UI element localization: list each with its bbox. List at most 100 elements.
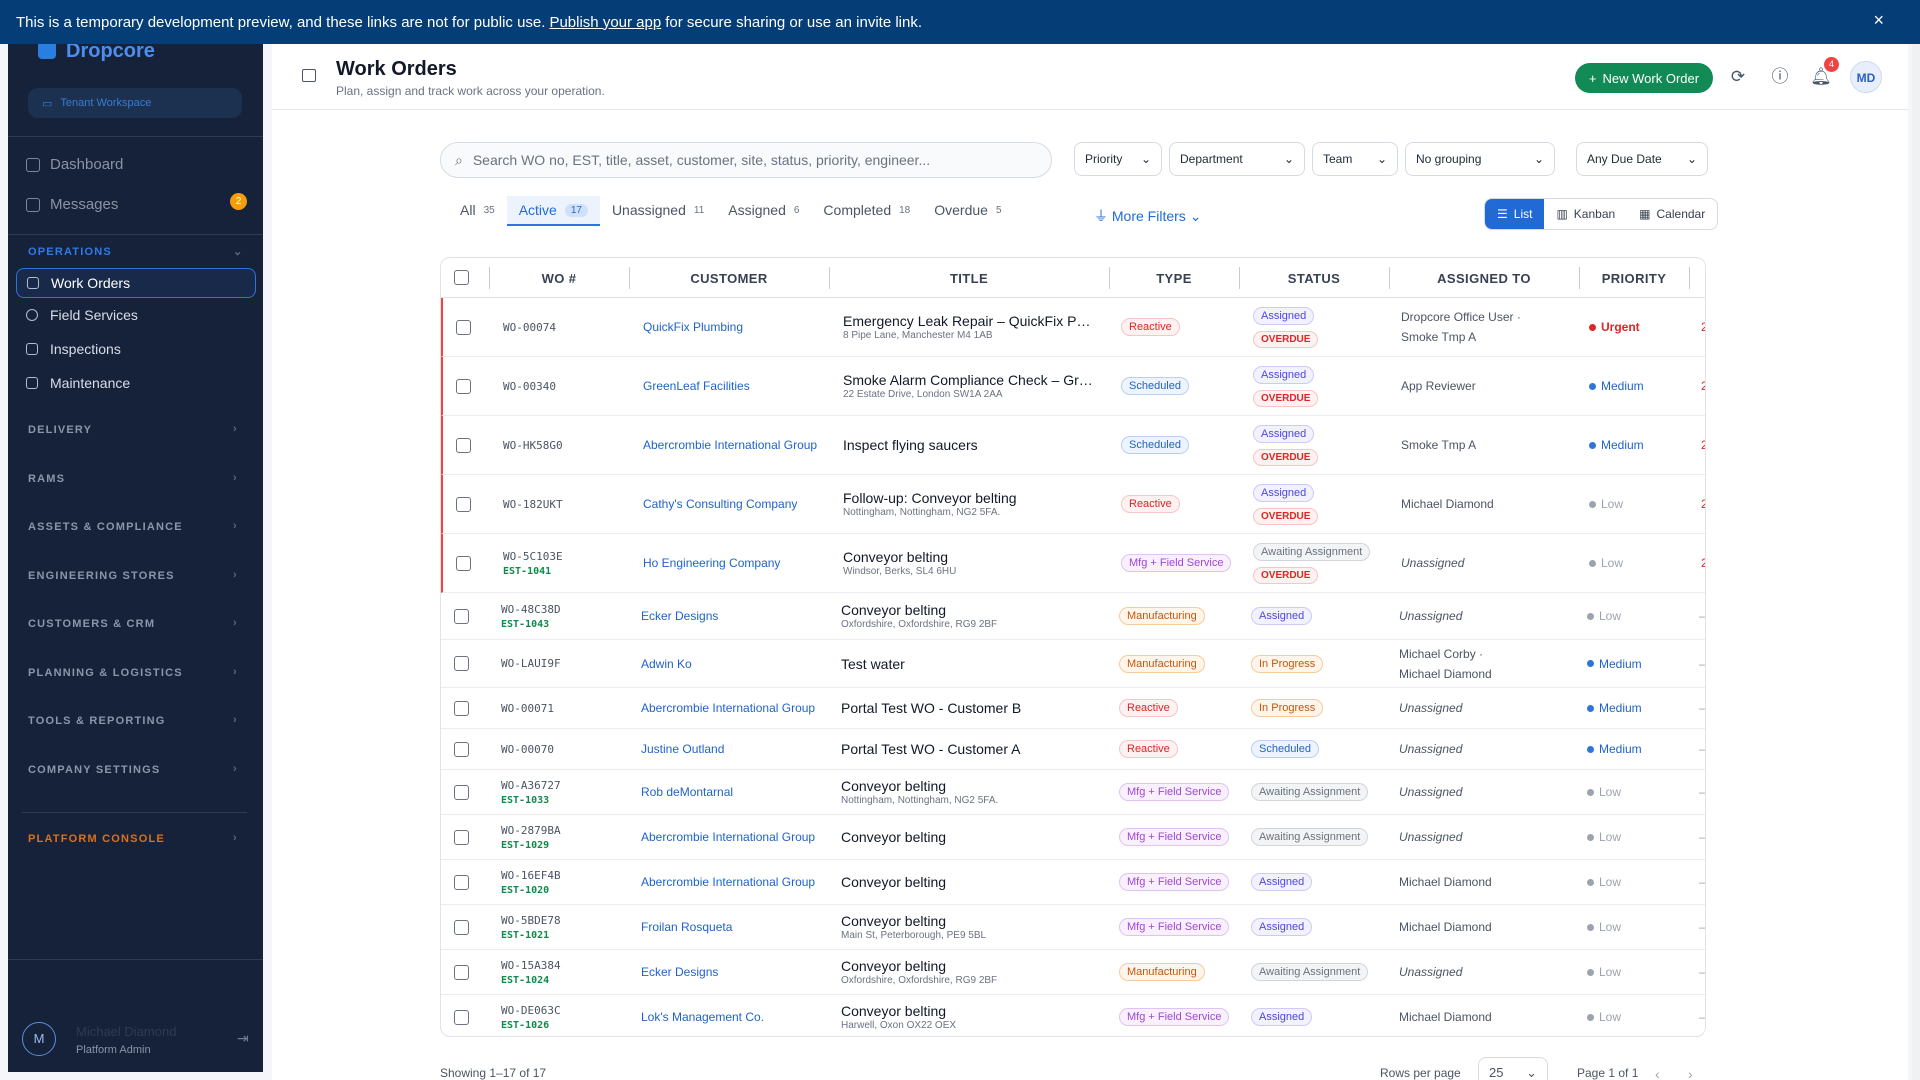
est-number[interactable]: EST-1041 xyxy=(503,566,563,577)
help-icon[interactable]: ⓘ xyxy=(1769,66,1791,88)
est-number[interactable]: EST-1026 xyxy=(501,1020,561,1031)
row-checkbox[interactable] xyxy=(456,437,471,453)
close-icon[interactable]: × xyxy=(1873,10,1884,31)
wo-number[interactable]: WO-16EF4B xyxy=(501,869,561,882)
section-rams[interactable]: RAMS › xyxy=(28,472,237,485)
section-engineering-stores[interactable]: ENGINEERING STORES › xyxy=(28,569,237,582)
column-assigned[interactable]: ASSIGNED TO xyxy=(1389,258,1579,298)
table-row[interactable]: WO-A36727 EST-1033 Rob deMontarnal Conveyor… xyxy=(441,770,1705,815)
wo-number[interactable]: WO-15A384 xyxy=(501,959,561,972)
sidebar-item-inspections[interactable]: Inspections xyxy=(26,341,121,357)
tab-overdue[interactable]: Overdue 5 xyxy=(922,196,1013,226)
row-checkbox[interactable] xyxy=(454,829,469,845)
table-row[interactable]: WO-LAUI9F Adwin Ko Test water Manufacturing… xyxy=(441,640,1705,688)
wo-title[interactable]: Test water xyxy=(841,656,1091,672)
view-calendar[interactable]: ▦ Calendar xyxy=(1627,199,1717,229)
column-type[interactable]: TYPE xyxy=(1109,258,1239,298)
section-company-settings[interactable]: COMPANY SETTINGS › xyxy=(28,763,237,776)
row-checkbox[interactable] xyxy=(454,784,469,800)
customer-link[interactable]: Adwin Ko xyxy=(641,657,816,671)
priority-filter[interactable]: Priority ⌄ xyxy=(1074,142,1162,176)
wo-title[interactable]: Inspect flying saucers xyxy=(843,437,1093,453)
table-row[interactable]: WO-5BDE78 EST-1021 Froilan Rosqueta Conveyo… xyxy=(441,905,1705,950)
column-priority[interactable]: PRIORITY xyxy=(1579,258,1689,298)
sidebar-item-work-orders[interactable]: Work Orders xyxy=(16,268,256,298)
tab-completed[interactable]: Completed 18 xyxy=(811,196,922,226)
customer-link[interactable]: Abercrombie International Group xyxy=(641,875,816,889)
logout-icon[interactable]: ⇥ xyxy=(237,1030,249,1047)
table-row[interactable]: WO-00070 Justine Outland Portal Test WO - … xyxy=(441,729,1705,770)
row-checkbox[interactable] xyxy=(456,496,471,512)
section-customers-crm[interactable]: CUSTOMERS & CRM › xyxy=(28,617,237,630)
wo-title[interactable]: Portal Test WO - Customer A xyxy=(841,741,1091,757)
row-checkbox[interactable] xyxy=(456,555,471,571)
customer-link[interactable]: Justine Outland xyxy=(641,742,816,756)
table-row[interactable]: WO-182UKT Cathy's Consulting Company Follo… xyxy=(441,475,1705,534)
section-assets-compliance[interactable]: ASSETS & COMPLIANCE › xyxy=(28,520,237,533)
wo-number[interactable]: WO-DE063C xyxy=(501,1004,561,1017)
wo-number[interactable]: WO-5BDE78 xyxy=(501,914,561,927)
next-page-icon[interactable]: › xyxy=(1688,1066,1693,1080)
rows-per-page-select[interactable]: 25 ⌄ xyxy=(1478,1057,1548,1080)
tab-unassigned[interactable]: Unassigned 11 xyxy=(600,196,716,226)
table-row[interactable]: WO-HK58G0 Abercrombie International Group… xyxy=(441,416,1705,475)
view-kanban[interactable]: ▥ Kanban xyxy=(1544,199,1627,229)
table-row[interactable]: WO-DE063C EST-1026 Lok's Management Co. Con… xyxy=(441,995,1705,1036)
table-row[interactable]: WO-00074 QuickFix Plumbing Emergency Leak … xyxy=(441,298,1705,357)
section-tools-reporting[interactable]: TOOLS & REPORTING › xyxy=(28,714,237,727)
customer-link[interactable]: Cathy's Consulting Company xyxy=(643,497,818,511)
due-date-filter[interactable]: Any Due Date ⌄ xyxy=(1576,142,1708,176)
est-number[interactable]: EST-1021 xyxy=(501,930,561,941)
est-number[interactable]: EST-1043 xyxy=(501,619,561,630)
row-checkbox[interactable] xyxy=(454,656,469,671)
new-work-order-button[interactable]: + New Work Order xyxy=(1575,63,1713,93)
table-row[interactable]: WO-5C103E EST-1041 Ho Engineering Company C… xyxy=(441,534,1705,593)
est-number[interactable]: EST-1033 xyxy=(501,795,561,806)
wo-number[interactable]: WO-00071 xyxy=(501,702,554,715)
sidebar-item-dashboard[interactable]: Dashboard xyxy=(26,156,123,173)
wo-number[interactable]: WO-00074 xyxy=(503,321,556,334)
customer-link[interactable]: Rob deMontarnal xyxy=(641,785,816,799)
row-checkbox[interactable] xyxy=(456,319,471,335)
customer-link[interactable]: QuickFix Plumbing xyxy=(643,320,818,334)
tenant-switcher[interactable]: ▭ Tenant Workspace xyxy=(28,88,242,118)
row-checkbox[interactable] xyxy=(454,741,469,757)
column-title[interactable]: TITLE xyxy=(829,258,1109,298)
wo-title[interactable]: Conveyor belting xyxy=(841,602,1091,618)
refresh-icon[interactable]: ⟳ xyxy=(1727,66,1749,88)
tab-all[interactable]: All 35 xyxy=(448,196,507,226)
wo-title[interactable]: Conveyor belting xyxy=(841,829,1091,845)
more-filters-button[interactable]: ⏚ More Filters ⌄ xyxy=(1094,206,1201,226)
search-input[interactable] xyxy=(472,152,1033,168)
row-checkbox[interactable] xyxy=(454,874,469,890)
tab-active[interactable]: Active 17 xyxy=(506,196,600,226)
view-list[interactable]: ☰ List xyxy=(1485,199,1545,229)
wo-title[interactable]: Conveyor belting xyxy=(841,913,1091,929)
sidebar-item-messages[interactable]: Messages xyxy=(26,196,118,213)
sidebar-item-maintenance[interactable]: Maintenance xyxy=(26,375,130,391)
row-checkbox[interactable] xyxy=(454,1009,469,1025)
customer-link[interactable]: Abercrombie International Group xyxy=(641,701,816,715)
column-wo[interactable]: WO # xyxy=(489,258,629,298)
table-row[interactable]: WO-16EF4B EST-1020 Abercrombie Internation… xyxy=(441,860,1705,905)
table-row[interactable]: WO-00071 Abercrombie International Group P… xyxy=(441,688,1705,729)
section-platform-console[interactable]: PLATFORM CONSOLE › xyxy=(28,832,237,845)
customer-link[interactable]: Abercrombie International Group xyxy=(643,438,818,452)
est-number[interactable]: EST-1020 xyxy=(501,885,561,896)
department-filter[interactable]: Department ⌄ xyxy=(1169,142,1305,176)
window-scrollbar[interactable] xyxy=(1912,44,1920,1080)
section-operations[interactable]: OPERATIONS ⌄ xyxy=(28,246,242,258)
prev-page-icon[interactable]: ‹ xyxy=(1655,1066,1660,1080)
row-checkbox[interactable] xyxy=(454,700,469,716)
customer-link[interactable]: Ecker Designs xyxy=(641,965,816,979)
wo-number[interactable]: WO-182UKT xyxy=(503,498,563,511)
column-customer[interactable]: CUSTOMER xyxy=(629,258,829,298)
wo-title[interactable]: Conveyor belting xyxy=(843,549,1093,565)
customer-link[interactable]: Ho Engineering Company xyxy=(643,556,818,570)
est-number[interactable]: EST-1029 xyxy=(501,840,561,851)
wo-title[interactable]: Conveyor belting xyxy=(841,958,1091,974)
column-status[interactable]: STATUS xyxy=(1239,258,1389,298)
section-delivery[interactable]: DELIVERY › xyxy=(28,423,237,436)
row-checkbox[interactable] xyxy=(456,378,471,394)
customer-link[interactable]: Froilan Rosqueta xyxy=(641,920,816,934)
